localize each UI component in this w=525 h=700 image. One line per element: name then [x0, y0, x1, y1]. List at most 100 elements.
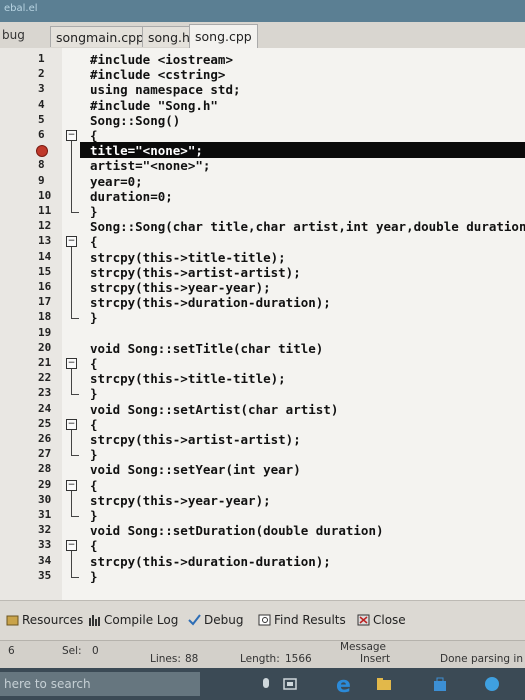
line-number: 20 [38, 340, 52, 354]
fold-toggle-icon[interactable]: − [66, 540, 77, 552]
fold-toggle-icon[interactable]: − [66, 479, 77, 491]
line-number: 29 [38, 477, 52, 491]
fold-guide [71, 490, 72, 516]
code-line[interactable]: using namespace std; [90, 82, 241, 97]
line-number: 12 [38, 219, 52, 233]
close-icon [357, 614, 370, 626]
code-line[interactable]: Song::Song(char title,char artist,int ye… [90, 219, 525, 234]
code-line[interactable]: artist="<none>"; [90, 158, 210, 173]
code-line[interactable]: title="<none>"; [90, 143, 203, 158]
app-icon[interactable] [484, 676, 500, 692]
code-line[interactable]: strcpy(this->artist-artist); [90, 265, 301, 280]
code-line[interactable]: strcpy(this->year-year); [90, 493, 271, 508]
code-line[interactable]: void Song::setArtist(char artist) [90, 402, 338, 417]
code-line[interactable]: { [90, 234, 98, 249]
line-number: 25 [38, 416, 52, 430]
line-number: 35 [38, 568, 52, 582]
code-line[interactable]: year=0; [90, 174, 143, 189]
tab-debug-label: Debug [204, 613, 244, 627]
tab-songmain-cpp[interactable]: songmain.cpp [50, 26, 150, 47]
tab-find-results[interactable]: Find Results [258, 613, 346, 627]
code-line[interactable]: } [90, 508, 98, 523]
find-results-icon [258, 614, 271, 626]
code-line[interactable]: } [90, 386, 98, 401]
line-number: 31 [38, 508, 52, 521]
code-line[interactable]: strcpy(this->artist-artist); [90, 432, 301, 447]
code-line[interactable]: strcpy(this->duration-duration); [90, 295, 331, 310]
line-number: 24 [38, 401, 52, 415]
line-number: 8 [38, 158, 45, 172]
line-number: 28 [38, 462, 52, 476]
fold-toggle-icon[interactable]: − [66, 418, 77, 430]
line-number: 1 [38, 52, 45, 65]
tab-resources[interactable]: Resources [6, 613, 83, 627]
fold-guide [71, 247, 72, 319]
fold-toggle-icon[interactable]: − [66, 130, 77, 141]
store-icon[interactable] [432, 676, 448, 692]
debug-check-icon [188, 614, 201, 626]
fold-guide-end [71, 576, 79, 578]
window-title: ebal.el [4, 3, 38, 14]
svg-text:e: e [336, 674, 351, 694]
code-line[interactable]: void Song::setDuration(double duration) [90, 523, 384, 538]
fold-toggle-icon[interactable]: − [66, 358, 77, 369]
resources-icon [6, 615, 19, 626]
line-number: 6 [38, 128, 45, 141]
tab-song-cpp[interactable]: song.cpp [189, 24, 258, 48]
line-number: 34 [38, 553, 52, 567]
close-panel-button[interactable]: Close [357, 613, 406, 627]
code-line[interactable]: #include "Song.h" [90, 98, 218, 113]
menu-debug[interactable]: bug [2, 28, 25, 42]
code-line[interactable]: strcpy(this->duration-duration); [90, 554, 331, 569]
line-number: 4 [38, 97, 45, 111]
line-number: 2 [38, 67, 45, 81]
line-number: 26 [38, 432, 52, 445]
code-editor[interactable]: 1 2 3 4 5 6 8 9 10 11 12 13 14 15 16 17 18 19 20 21 22 23 24 25… [0, 48, 525, 600]
code-line[interactable]: #include <iostream> [90, 52, 233, 67]
code-line[interactable]: strcpy(this->title-title); [90, 250, 286, 265]
line-number: 23 [38, 386, 52, 400]
code-line[interactable]: } [90, 569, 98, 584]
status-line-number: 6 [8, 645, 15, 657]
file-explorer-icon[interactable] [376, 676, 392, 692]
code-line[interactable]: #include <cstring> [90, 67, 225, 82]
line-number: 13 [38, 234, 52, 248]
code-line[interactable]: { [90, 478, 98, 493]
line-number: 15 [38, 264, 52, 278]
lines-label: Lines: [150, 653, 181, 665]
length-value: 1566 [285, 653, 312, 665]
edit-mode: Insert [360, 653, 391, 665]
code-line[interactable]: void Song::setTitle(char title) [90, 341, 323, 356]
code-line[interactable]: duration=0; [90, 189, 173, 204]
code-line[interactable]: void Song::setYear(int year) [90, 462, 301, 477]
code-line[interactable]: } [90, 204, 98, 219]
ide-window: ebal.el bug songmain.cpp song.h song.cpp… [0, 0, 525, 700]
code-line[interactable]: { [90, 356, 98, 371]
fold-toggle-icon[interactable]: − [66, 236, 77, 248]
tab-compile-log-label: Compile Log [104, 613, 179, 627]
tab-song-h[interactable]: song.h [142, 26, 196, 47]
code-line[interactable]: { [90, 538, 98, 553]
cortana-mic-icon[interactable] [258, 676, 274, 692]
fold-guide [71, 141, 72, 212]
parse-status: Done parsing in [440, 653, 523, 665]
code-line[interactable]: Song::Song() [90, 113, 180, 128]
breakpoint-icon[interactable] [36, 145, 48, 158]
fold-guide-end [71, 394, 79, 396]
tab-debug[interactable]: Debug [188, 613, 243, 627]
code-line[interactable]: strcpy(this->title-title); [90, 371, 286, 386]
task-view-icon[interactable] [282, 676, 298, 692]
code-line[interactable]: } [90, 310, 98, 325]
code-line[interactable]: { [90, 128, 98, 143]
code-line[interactable]: } [90, 447, 98, 462]
taskbar: here to search e [0, 668, 525, 700]
title-bar: ebal.el [0, 0, 525, 22]
tab-compile-log[interactable]: Compile Log [88, 613, 178, 627]
code-line[interactable]: { [90, 417, 98, 432]
edge-browser-icon[interactable]: e [334, 674, 356, 694]
taskbar-search-box[interactable]: here to search [0, 672, 200, 696]
sel-value: 0 [92, 645, 99, 657]
code-line[interactable]: strcpy(this->year-year); [90, 280, 271, 295]
status-bar: 6 Message Sel: 0 Lines: 88 Length: 1566 … [0, 640, 525, 669]
fold-guide-end [71, 318, 79, 320]
